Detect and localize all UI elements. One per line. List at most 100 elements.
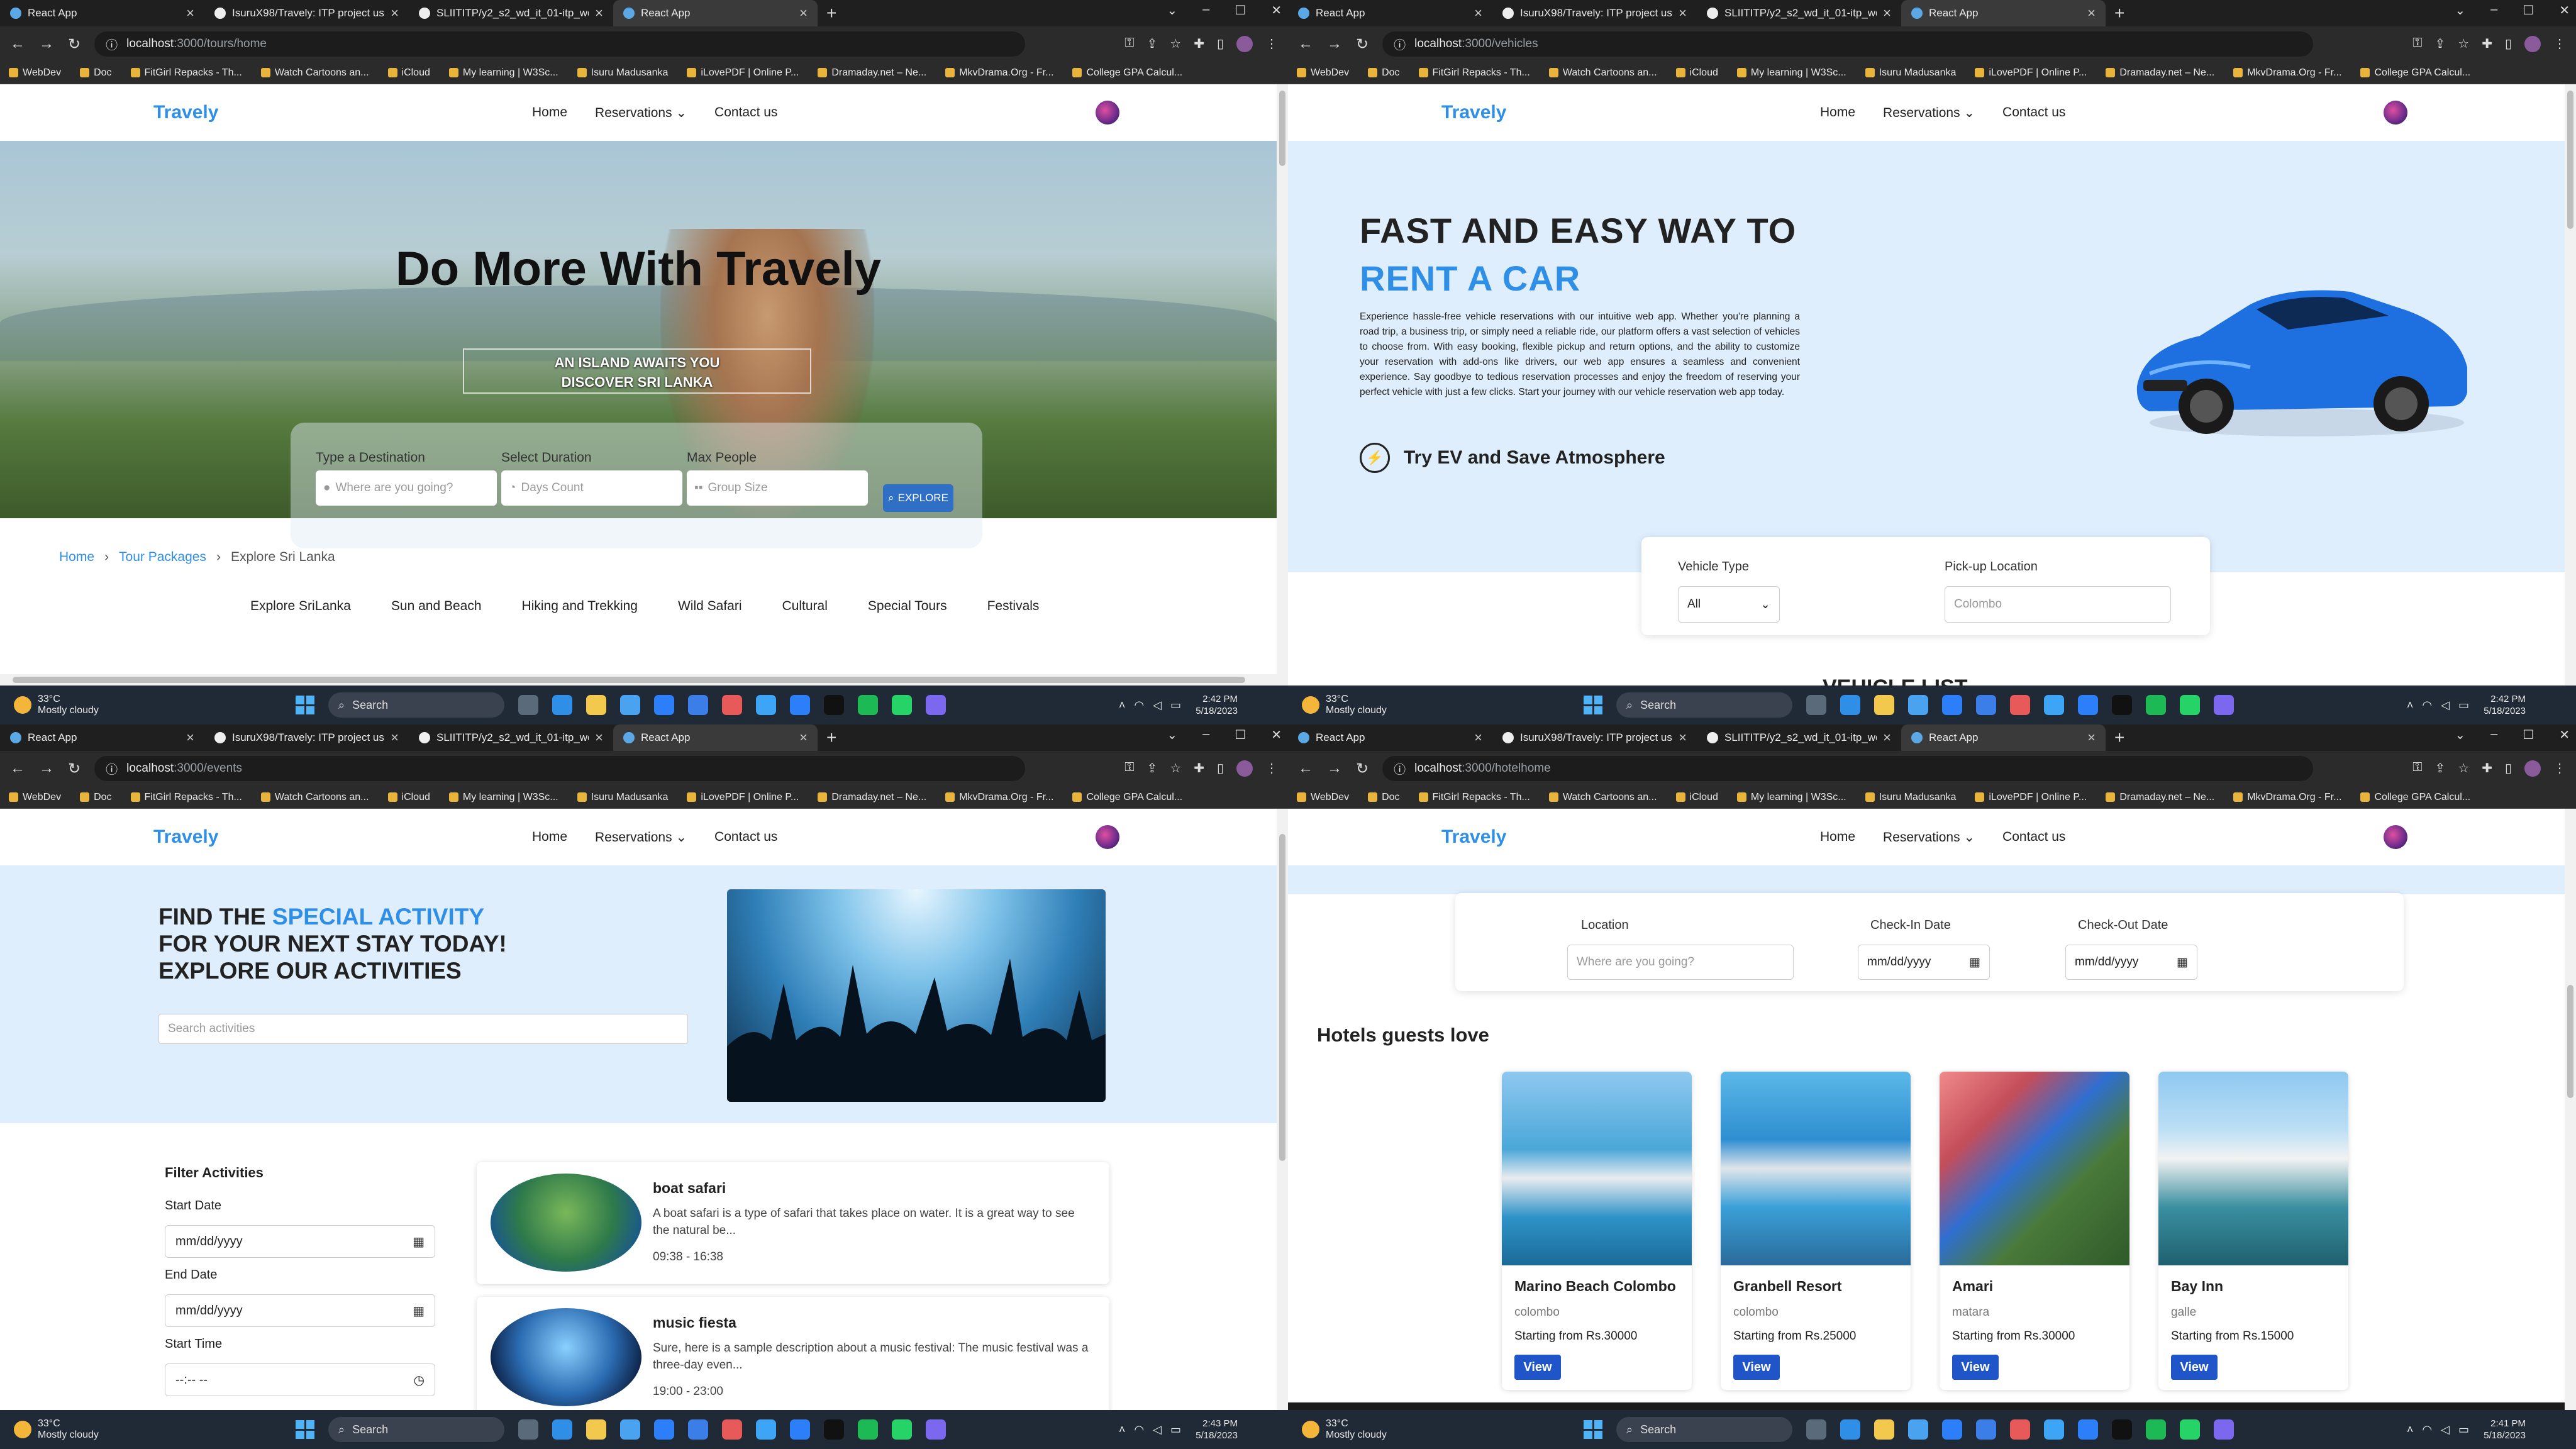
nav-home[interactable]: Home: [532, 830, 567, 845]
menu-icon[interactable]: ⋮: [2553, 36, 2566, 52]
profile-icon[interactable]: [1236, 760, 1253, 777]
vertical-scrollbar[interactable]: [2565, 809, 2576, 1410]
taskbar-app-icon[interactable]: [1942, 695, 1962, 715]
close-tab-icon[interactable]: ×: [799, 730, 808, 746]
maximize-icon[interactable]: ☐: [2523, 3, 2534, 18]
weather-widget[interactable]: 33°C Mostly cloudy: [1302, 1418, 1387, 1440]
site-logo[interactable]: Travely: [153, 826, 218, 848]
puzzle-icon[interactable]: ✚: [1194, 760, 1204, 777]
filter-input[interactable]: mm/dd/yyyy ▦: [165, 1225, 435, 1258]
close-tab-icon[interactable]: ×: [391, 5, 399, 21]
taskbar-app-icon[interactable]: [2010, 695, 2030, 715]
pickup-location-input[interactable]: Colombo: [1945, 586, 2171, 623]
taskbar-clock[interactable]: 2:43 PM 5/18/2023: [1196, 1418, 1238, 1442]
taskbar-app-icon[interactable]: [858, 1419, 878, 1440]
browser-tab[interactable]: React App ×: [1288, 0, 1492, 26]
taskbar-app-icon[interactable]: [926, 1419, 946, 1440]
chevron-up-icon[interactable]: ˄: [1119, 1423, 1126, 1436]
forward-icon[interactable]: →: [1327, 35, 1342, 53]
bookmark-item[interactable]: FitGirl Repacks - Th...: [130, 792, 242, 803]
bookmark-item[interactable]: MkvDrama.Org - Fr...: [2233, 792, 2341, 803]
taskbar-app-icon[interactable]: [2214, 1419, 2234, 1440]
browser-tab[interactable]: React App ×: [1288, 724, 1492, 751]
taskbar-app-icon[interactable]: [1874, 695, 1894, 715]
share-icon[interactable]: ⇪: [2435, 760, 2446, 777]
forward-icon[interactable]: →: [39, 760, 54, 777]
profile-icon[interactable]: [1236, 36, 1253, 52]
clock-icon[interactable]: ◷: [414, 1372, 425, 1388]
puzzle-icon[interactable]: ✚: [2482, 36, 2492, 52]
wifi-icon[interactable]: ◠: [2422, 699, 2432, 712]
nav-reservations[interactable]: Reservations ⌄: [1883, 830, 1975, 845]
search-field-input[interactable]: ▪▪ Group Size: [687, 470, 868, 506]
battery-icon[interactable]: ▭: [1170, 699, 1181, 712]
nav-home[interactable]: Home: [1820, 830, 1855, 845]
key-icon[interactable]: ⚿: [1124, 760, 1134, 777]
category-tab[interactable]: Sun and Beach: [391, 599, 482, 614]
browser-tab[interactable]: React App ×: [1901, 724, 2106, 751]
bookmark-item[interactable]: My learning | W3Sc...: [448, 67, 558, 79]
category-tab[interactable]: Wild Safari: [678, 599, 742, 614]
bookmark-item[interactable]: iLovePDF | Online P...: [1975, 792, 2087, 803]
taskbar-app-icon[interactable]: [2146, 695, 2166, 715]
weather-widget[interactable]: 33°C Mostly cloudy: [14, 1418, 99, 1440]
bookmark-item[interactable]: Dramaday.net – Ne...: [818, 67, 926, 79]
info-icon[interactable]: ⓘ: [106, 760, 118, 777]
reload-icon[interactable]: ↻: [1356, 760, 1368, 778]
menu-icon[interactable]: ⋮: [1265, 36, 1278, 52]
bookmark-item[interactable]: College GPA Calcul...: [1072, 792, 1182, 803]
user-avatar[interactable]: [2384, 101, 2407, 125]
taskbar-app-icon[interactable]: [722, 1419, 742, 1440]
forward-icon[interactable]: →: [39, 35, 54, 53]
nav-contact[interactable]: Contact us: [2002, 830, 2065, 845]
taskbar-search[interactable]: ⌕ Search: [328, 1417, 504, 1442]
activity-title[interactable]: boat safari: [653, 1180, 726, 1197]
taskbar-app-icon[interactable]: [824, 695, 844, 715]
windows-start-icon[interactable]: [1584, 1420, 1602, 1439]
nav-contact[interactable]: Contact us: [714, 105, 777, 121]
close-tab-icon[interactable]: ×: [1679, 5, 1687, 21]
vehicle-type-select[interactable]: All ⌄: [1678, 586, 1780, 623]
taskbar-app-icon[interactable]: [1976, 695, 1996, 715]
bookmark-item[interactable]: My learning | W3Sc...: [1736, 792, 1846, 803]
bookmark-item[interactable]: Dramaday.net – Ne...: [2106, 67, 2214, 79]
reload-icon[interactable]: ↻: [68, 35, 80, 53]
address-bar[interactable]: ⓘ localhost:3000/vehicles: [1382, 31, 2314, 57]
weather-widget[interactable]: 33°C Mostly cloudy: [1302, 694, 1387, 716]
bookmark-item[interactable]: Dramaday.net – Ne...: [818, 792, 926, 803]
bookmark-item[interactable]: iCloud: [1675, 792, 1718, 803]
bookmark-item[interactable]: WebDev: [9, 792, 61, 803]
minimize-icon[interactable]: –: [2490, 727, 2497, 743]
battery-icon[interactable]: ▭: [2458, 1423, 2469, 1436]
taskbar-app-icon[interactable]: [688, 1419, 708, 1440]
view-hotel-button[interactable]: View: [1733, 1355, 1780, 1380]
close-tab-icon[interactable]: ×: [186, 730, 194, 746]
info-icon[interactable]: ⓘ: [1394, 760, 1406, 777]
category-tab[interactable]: Explore SriLanka: [250, 599, 351, 614]
browser-tab[interactable]: SLIITITP/y2_s2_wd_it_01-itp_wd_ ×: [1697, 0, 1901, 26]
taskbar-app-icon[interactable]: [1908, 1419, 1928, 1440]
bookmark-item[interactable]: Isuru Madusanka: [577, 792, 668, 803]
taskbar-app-icon[interactable]: [518, 695, 538, 715]
calendar-icon[interactable]: ▦: [2177, 955, 2188, 970]
wifi-icon[interactable]: ◠: [1134, 699, 1144, 712]
close-tab-icon[interactable]: ×: [1883, 5, 1891, 21]
taskbar-app-icon[interactable]: [926, 695, 946, 715]
taskbar-app-icon[interactable]: [790, 1419, 810, 1440]
taskbar-app-icon[interactable]: [2044, 1419, 2064, 1440]
scrollbar-thumb[interactable]: [2567, 985, 2573, 1098]
taskbar-app-icon[interactable]: [1874, 1419, 1894, 1440]
bookmark-item[interactable]: iCloud: [1675, 67, 1718, 79]
bookmark-item[interactable]: Watch Cartoons an...: [260, 67, 369, 79]
maximize-icon[interactable]: ☐: [2523, 727, 2534, 743]
bookmark-item[interactable]: Isuru Madusanka: [577, 67, 668, 79]
nav-home[interactable]: Home: [532, 105, 567, 121]
battery-icon[interactable]: ▭: [2458, 699, 2469, 712]
sidebar-icon[interactable]: ▯: [2505, 36, 2512, 52]
minimize-icon[interactable]: –: [1202, 3, 1209, 18]
filter-input[interactable]: mm/dd/yyyy ▦: [165, 1294, 435, 1327]
close-tab-icon[interactable]: ×: [595, 5, 603, 21]
taskbar-search[interactable]: ⌕ Search: [1616, 1417, 1792, 1442]
site-logo[interactable]: Travely: [153, 102, 218, 123]
activity-search-input[interactable]: Search activities: [158, 1014, 688, 1044]
